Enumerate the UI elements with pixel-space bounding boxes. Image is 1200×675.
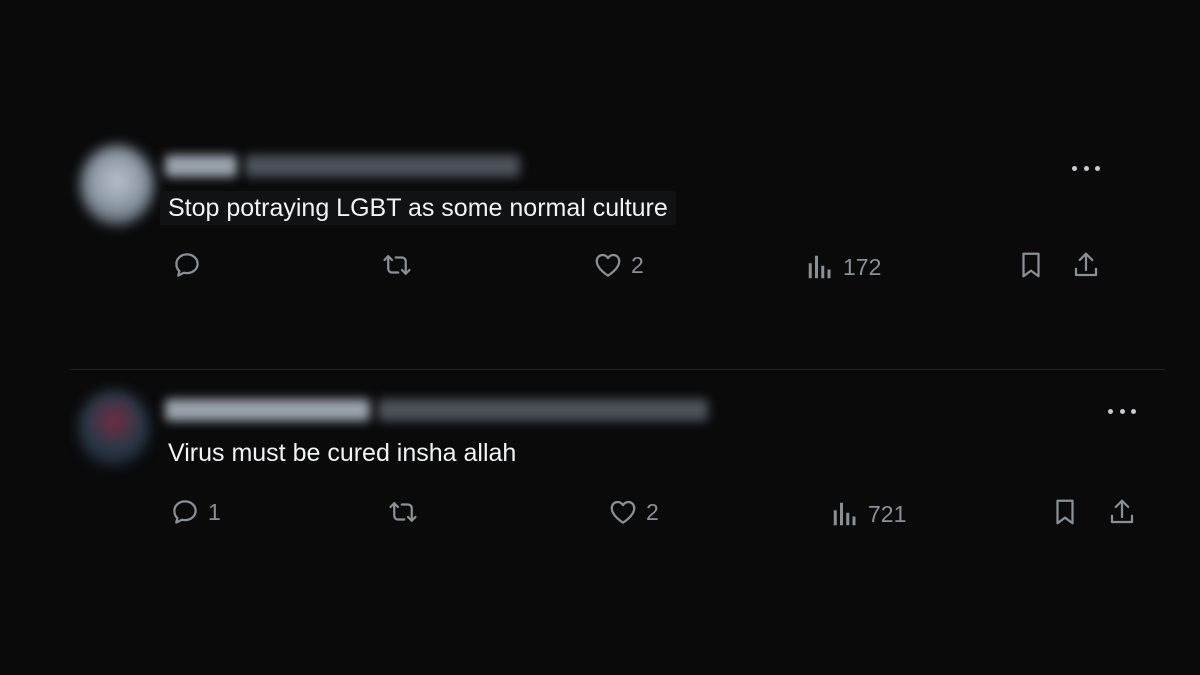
author-handle-blurred[interactable]: [378, 399, 708, 421]
bookmark-icon: [1022, 252, 1040, 278]
share-button[interactable]: [1107, 497, 1137, 527]
tweet-text: Stop potraying LGBT as some normal cultu…: [160, 191, 676, 225]
more-dot-icon: [1119, 408, 1125, 414]
views-chart-icon: [808, 255, 831, 279]
tweet-2[interactable]: Virus must be cured insha allah 1 2 721: [0, 0, 1200, 527]
reply-icon: [175, 253, 199, 277]
views-button[interactable]: 172: [805, 252, 881, 282]
reply-button[interactable]: 1: [170, 497, 221, 527]
retweet-icon: [383, 255, 411, 275]
reply-icon: [173, 500, 197, 524]
share-icon: [1074, 252, 1098, 277]
avatar[interactable]: [78, 390, 150, 466]
heart-icon: [595, 253, 621, 277]
retweet-button[interactable]: [388, 497, 418, 527]
author-name-blurred[interactable]: [165, 399, 370, 421]
like-count: 2: [646, 499, 659, 525]
reply-count: 1: [208, 499, 221, 525]
bookmark-button[interactable]: [1050, 497, 1080, 527]
divider: [70, 369, 1165, 370]
like-button[interactable]: 2: [593, 250, 644, 280]
share-icon: [1110, 499, 1134, 524]
like-count: 2: [631, 252, 644, 278]
views-chart-icon: [833, 502, 856, 526]
bookmark-icon: [1056, 499, 1074, 525]
like-button[interactable]: 2: [608, 497, 659, 527]
share-button[interactable]: [1071, 250, 1101, 280]
bookmark-button[interactable]: [1016, 250, 1046, 280]
reply-button[interactable]: [172, 250, 210, 280]
views-button[interactable]: 721: [830, 499, 906, 529]
heart-icon: [610, 500, 636, 524]
more-dot-icon: [1108, 408, 1113, 414]
view-count: 721: [868, 501, 907, 527]
tweet-text: Virus must be cured insha allah: [168, 439, 517, 467]
view-count: 172: [843, 254, 882, 280]
more-options-button[interactable]: [1108, 406, 1136, 416]
retweet-icon: [389, 502, 417, 522]
more-dot-icon: [1131, 408, 1136, 414]
retweet-button[interactable]: [382, 250, 412, 280]
